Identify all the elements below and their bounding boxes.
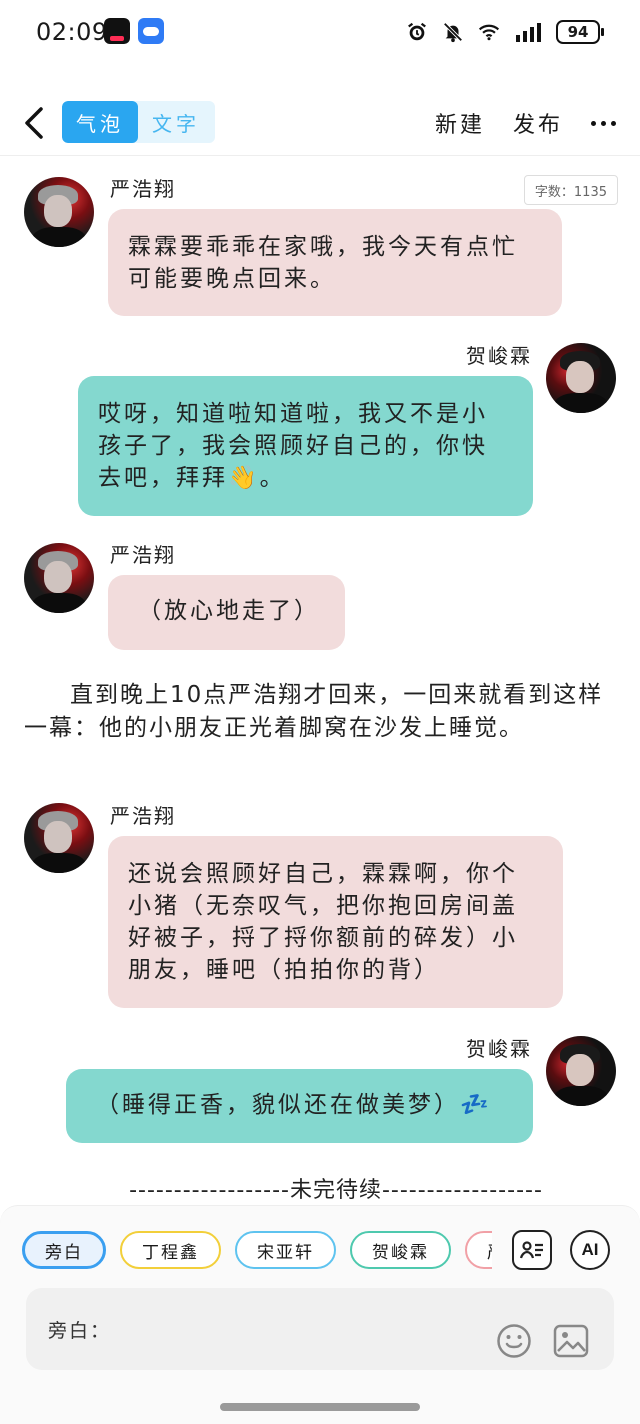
alarm-icon <box>408 22 426 41</box>
status-icons: 94 <box>406 18 604 46</box>
input-speaker-label: 旁白： <box>48 1320 112 1342</box>
ai-button[interactable]: AI <box>570 1230 610 1270</box>
mode-toggle: 气泡 文字 <box>62 101 215 143</box>
speaker-name: 严浩翔 <box>110 804 176 828</box>
to-be-continued-divider: ------------------未完待续------------------ <box>129 1178 543 1203</box>
more-options-icon[interactable] <box>591 120 616 126</box>
message-bubble[interactable]: 哎呀，知道啦知道啦，我又不是小孩子了，我会照顾好自己的，你快去吧，拜拜👋。 <box>78 376 533 516</box>
cloud-app-icon <box>138 18 164 44</box>
tiktok-app-icon <box>104 18 130 44</box>
message-bubble[interactable]: 还说会照顾好自己，霖霖啊，你个小猪（无奈叹气，把你抱回房间盖好被子，捋了捋你额前… <box>108 836 563 1008</box>
narration-text[interactable]: 直到晚上10点严浩翔才回来，一回来就看到这样一幕：他的小朋友正光着脚窝在沙发上睡… <box>24 679 614 745</box>
chip-dingchengxin[interactable]: 丁程鑫 <box>120 1231 221 1269</box>
wifi-icon <box>478 24 500 41</box>
mute-icon <box>443 22 463 43</box>
image-icon[interactable] <box>552 1323 590 1359</box>
speaker-name: 严浩翔 <box>110 177 176 201</box>
speaker-name: 贺峻霖 <box>466 344 532 368</box>
editor-header: 气泡 文字 新建 发布 <box>0 90 640 156</box>
publish-button[interactable]: 发布 <box>513 107 563 139</box>
battery-icon: 94 <box>556 20 604 44</box>
chevron-left-icon <box>25 107 43 139</box>
message-bubble[interactable]: （放心地走了） <box>108 575 345 650</box>
message-input[interactable]: 旁白： <box>26 1288 614 1370</box>
header-actions: 新建 发布 <box>435 102 616 144</box>
tab-text[interactable]: 文字 <box>138 101 214 143</box>
chat-content[interactable]: 字数：1135 严浩翔 霖霖要乖乖在家哦，我今天有点忙可能要晚点回来。 贺峻霖 … <box>0 157 640 1207</box>
avatar-hejunlin[interactable] <box>546 343 616 413</box>
message-bubble[interactable]: 霖霖要乖乖在家哦，我今天有点忙可能要晚点回来。 <box>108 209 562 316</box>
back-button[interactable] <box>18 102 50 144</box>
bottom-input-panel: 旁白丁程鑫宋亚轩贺峻霖严浩翔 AI 旁白： <box>0 1205 640 1424</box>
avatar-yanhaoxiang[interactable] <box>24 803 94 873</box>
status-bar: 02:09 94 <box>0 0 640 66</box>
new-button[interactable]: 新建 <box>435 107 485 139</box>
chip-hejunlin[interactable]: 贺峻霖 <box>350 1231 451 1269</box>
speaker-name: 严浩翔 <box>110 543 176 567</box>
avatar-hejunlin[interactable] <box>546 1036 616 1106</box>
status-time: 02:09 <box>36 18 108 46</box>
chip-narrator[interactable]: 旁白 <box>22 1231 106 1269</box>
avatar-yanhaoxiang[interactable] <box>24 177 94 247</box>
signal-icon <box>516 23 541 42</box>
chip-songyaxuan[interactable]: 宋亚轩 <box>235 1231 336 1269</box>
chip-yanhaoxiang[interactable]: 严浩翔 <box>465 1231 492 1269</box>
message-bubble[interactable]: （睡得正香，貌似还在做美梦）💤 <box>66 1069 533 1143</box>
tab-bubble[interactable]: 气泡 <box>62 101 138 143</box>
character-chip-list[interactable]: 旁白丁程鑫宋亚轩贺峻霖严浩翔 <box>22 1231 492 1271</box>
emoji-icon[interactable] <box>496 1323 532 1359</box>
avatar-yanhaoxiang[interactable] <box>24 543 94 613</box>
contact-card-button[interactable] <box>512 1230 552 1270</box>
contact-card-icon <box>519 1241 543 1259</box>
word-count-badge: 字数：1135 <box>523 175 618 205</box>
speaker-name: 贺峻霖 <box>466 1037 532 1061</box>
home-indicator[interactable] <box>220 1403 420 1411</box>
